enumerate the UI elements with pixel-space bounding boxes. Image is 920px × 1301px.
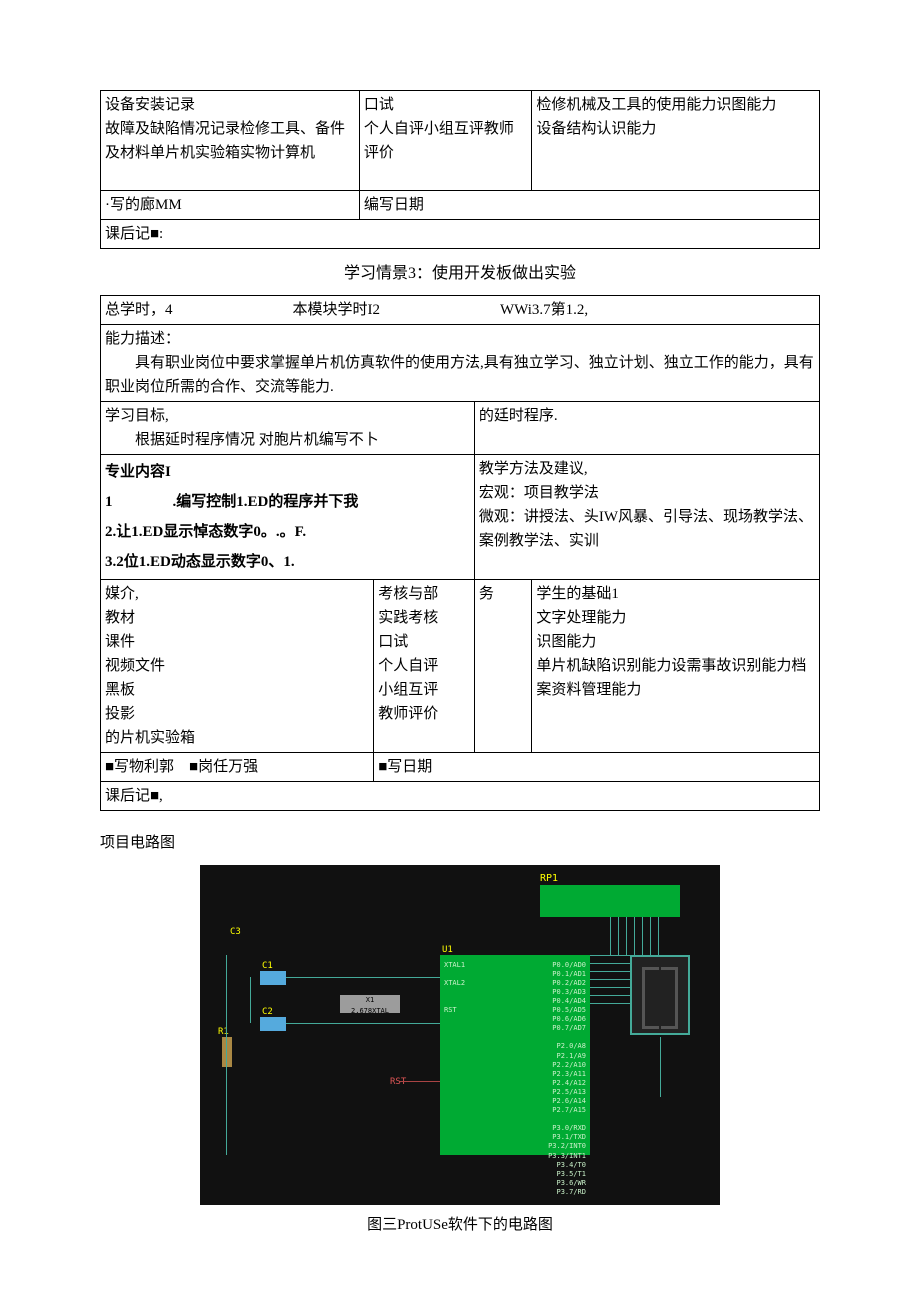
figure-caption: 图三ProtUSe软件下的电路图 xyxy=(100,1213,820,1237)
chip-left-pins: XTAL1 XTAL2 RST xyxy=(444,961,465,1170)
circuit-diagram: RP1 U1 XTAL1 XTAL2 RST P0.0/AD0 P0.1/AD1… xyxy=(200,865,720,1205)
table-row: 学习目标, 根据延时程序情况 对胞片机编写不卜 的廷时程序. xyxy=(101,401,820,454)
cell-media: 媒介, 教材 课件 视频文件 黑板 投影 的片机实验箱 xyxy=(101,579,374,752)
wire xyxy=(642,917,643,955)
cell: 课后记■: xyxy=(101,220,820,249)
cell: 务 xyxy=(474,579,532,752)
wire xyxy=(590,955,630,956)
cell: 检修机械及工具的使用能力识图能力 设备结构认识能力 xyxy=(532,91,820,191)
wire xyxy=(590,979,630,980)
wire xyxy=(610,917,611,955)
content-item: 2.让1.ED显示悼态数字0。.。F. xyxy=(105,517,470,547)
content-item: 3.2位1.ED动态显示数字0、1. xyxy=(105,547,470,577)
cell: 设备安装记录 故障及缺陷情况记录检修工具、备件及材料单片机实验箱实物计算机 xyxy=(101,91,360,191)
table-row: ■写物利郭 ■岗任万强 ■写日期 xyxy=(101,752,820,781)
content-item: 1 .编写控制1.ED的程序并下我 xyxy=(105,487,470,517)
cell: 编写日期 xyxy=(359,191,819,220)
wire xyxy=(590,971,630,972)
cell: ■写日期 xyxy=(374,752,820,781)
cell: 的廷时程序. xyxy=(474,401,819,454)
table-row: 媒介, 教材 课件 视频文件 黑板 投影 的片机实验箱 考核与部 实践考核 口试… xyxy=(101,579,820,752)
cell-teaching-method: 教学方法及建议, 宏观：项目教学法 微观：讲授法、头IW风暴、引导法、现场教学法… xyxy=(474,454,819,579)
table-row: ·写的廊MM 编写日期 xyxy=(101,191,820,220)
cell: ■写物利郭 ■岗任万强 xyxy=(101,752,374,781)
wire xyxy=(660,1037,661,1097)
table-row: 设备安装记录 故障及缺陷情况记录检修工具、备件及材料单片机实验箱实物计算机 口试… xyxy=(101,91,820,191)
wire xyxy=(658,917,659,955)
section-title: 学习情景3：使用开发板做出实验 xyxy=(100,261,820,287)
wire xyxy=(618,917,619,955)
wire xyxy=(590,1003,630,1004)
table-row: 专业内容I 1 .编写控制1.ED的程序并下我 2.让1.ED显示悼态数字0。.… xyxy=(101,454,820,579)
image-section-title: 项目电路图 xyxy=(100,831,820,855)
chip-right-pins: P0.0/AD0 P0.1/AD1 P0.2/AD2 P0.3/AD3 P0.4… xyxy=(548,961,586,1197)
cell: ·写的廊MM xyxy=(101,191,360,220)
x1-sub: 2.678XTAL xyxy=(340,1006,400,1017)
cell: 能力描述： 具有职业岗位中要求掌握单片机仿真软件的使用方法,具有独立学习、独立计… xyxy=(101,324,820,401)
table-row: 能力描述： 具有职业岗位中要求掌握单片机仿真软件的使用方法,具有独立学习、独立计… xyxy=(101,324,820,401)
rst-label: RST xyxy=(390,1075,406,1089)
table-learning-scenario: 总学时，4 本模块学时I2 WWi3.7第1.2, 能力描述： 具有职业岗位中要… xyxy=(100,295,820,811)
wire xyxy=(650,917,651,955)
chip-mcu: XTAL1 XTAL2 RST P0.0/AD0 P0.1/AD1 P0.2/A… xyxy=(440,955,590,1155)
capacitor-c2 xyxy=(260,1017,286,1031)
cell-professional-content: 专业内容I 1 .编写控制1.ED的程序并下我 2.让1.ED显示悼态数字0。.… xyxy=(101,454,475,579)
rp-block xyxy=(540,885,680,917)
cell: 总学时，4 本模块学时I2 WWi3.7第1.2, xyxy=(101,295,820,324)
cell: 学习目标, 根据延时程序情况 对胞片机编写不卜 xyxy=(101,401,475,454)
wire xyxy=(626,917,627,955)
table-installation: 设备安装记录 故障及缺陷情况记录检修工具、备件及材料单片机实验箱实物计算机 口试… xyxy=(100,90,820,249)
cell: 口试 个人自评小组互评教师评价 xyxy=(359,91,532,191)
c3-label: C3 xyxy=(230,925,241,939)
wire xyxy=(634,917,635,955)
resistor-r1 xyxy=(222,1037,232,1067)
capacitor-c1 xyxy=(260,971,286,985)
table-row: 课后记■, xyxy=(101,781,820,810)
seven-segment-display xyxy=(630,955,690,1035)
wire xyxy=(400,1081,440,1082)
wire xyxy=(286,1023,440,1024)
x1-label: X1 xyxy=(340,995,400,1006)
wire xyxy=(226,955,227,1155)
wire xyxy=(590,995,630,996)
table-row: 总学时，4 本模块学时I2 WWi3.7第1.2, xyxy=(101,295,820,324)
cell-assessment: 考核与部 实践考核 口试 个人自评 小组互评 教师评价 xyxy=(374,579,475,752)
cell-student-basics: 学生的基础1 文字处理能力 识图能力 单片机缺陷识别能力设需事故识别能力档案资料… xyxy=(532,579,820,752)
crystal-x1: X1 2.678XTAL xyxy=(340,995,400,1013)
cell: 课后记■, xyxy=(101,781,820,810)
wire xyxy=(590,963,630,964)
table-row: 课后记■: xyxy=(101,220,820,249)
wire xyxy=(286,977,440,978)
wire xyxy=(250,977,251,1023)
content-title: 专业内容I xyxy=(105,457,470,487)
wire xyxy=(590,987,630,988)
